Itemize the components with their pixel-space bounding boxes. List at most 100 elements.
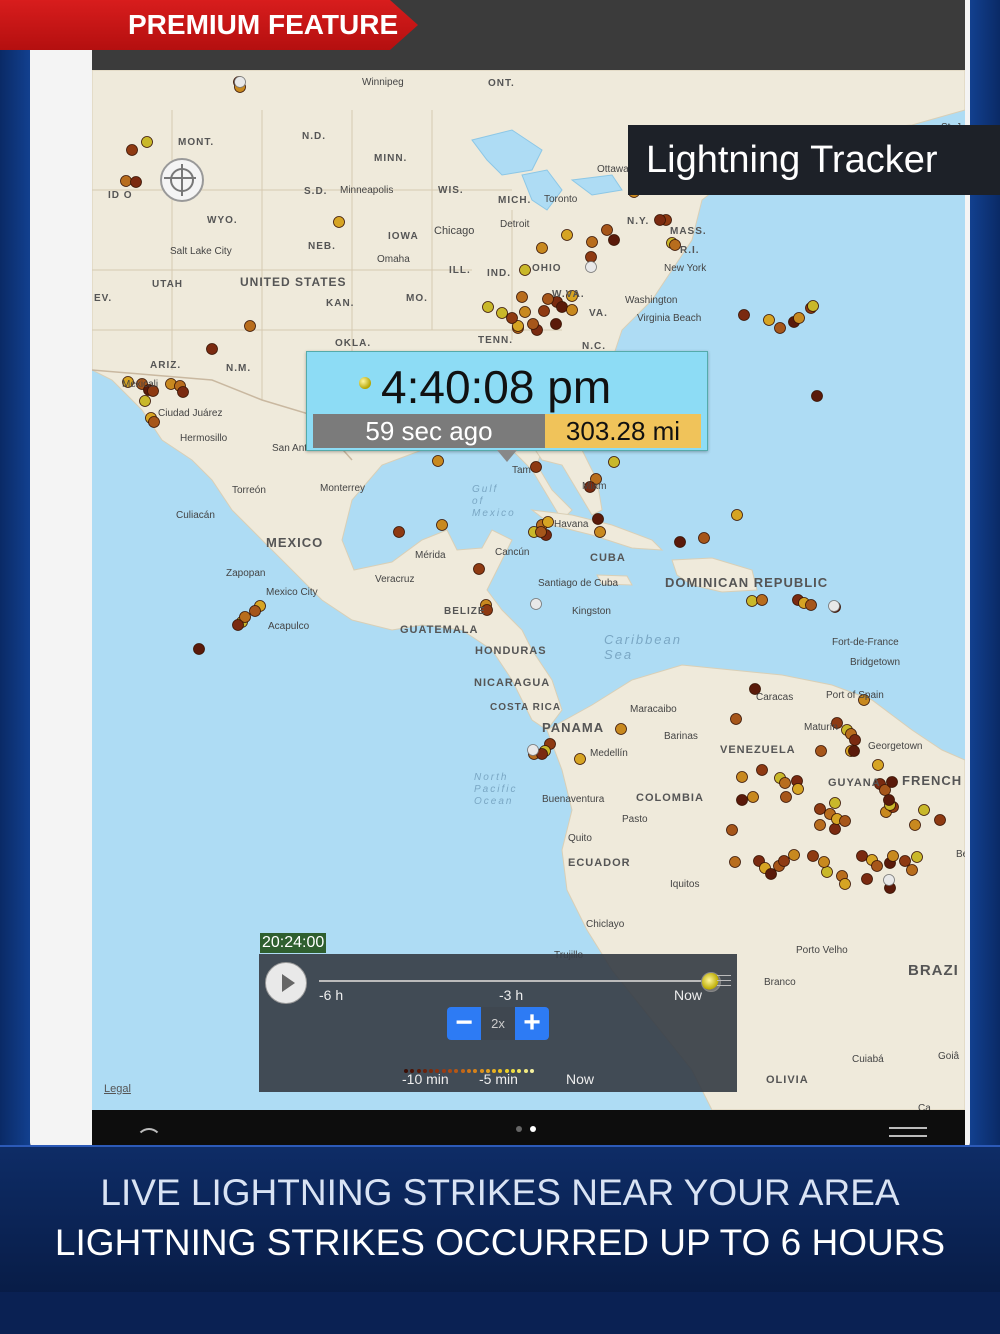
lightning-strike-marker[interactable]	[674, 536, 686, 548]
lightning-strike-marker[interactable]	[432, 455, 444, 467]
lightning-strike-marker[interactable]	[899, 855, 911, 867]
lightning-strike-marker[interactable]	[793, 312, 805, 324]
lightning-strike-marker[interactable]	[535, 526, 547, 538]
lightning-strike-marker[interactable]	[608, 234, 620, 246]
lightning-strike-marker[interactable]	[818, 856, 830, 868]
lightning-strike-marker[interactable]	[839, 815, 851, 827]
lightning-strike-marker[interactable]	[130, 176, 142, 188]
lightning-strike-marker[interactable]	[849, 734, 861, 746]
lightning-strike-marker[interactable]	[731, 509, 743, 521]
lightning-strike-marker[interactable]	[848, 745, 860, 757]
lightning-strike-marker[interactable]	[206, 343, 218, 355]
lightning-strike-recent-marker[interactable]	[883, 874, 895, 886]
lightning-strike-recent-marker[interactable]	[585, 261, 597, 273]
lightning-strike-marker[interactable]	[538, 305, 550, 317]
lightning-strike-marker[interactable]	[736, 771, 748, 783]
page-dot-1[interactable]	[516, 1126, 522, 1132]
lightning-strike-marker[interactable]	[669, 239, 681, 251]
lightning-strike-marker[interactable]	[249, 605, 261, 617]
lightning-strike-marker[interactable]	[527, 318, 539, 330]
lightning-strike-recent-marker[interactable]	[527, 744, 539, 756]
lightning-strike-marker[interactable]	[906, 864, 918, 876]
lightning-strike-marker[interactable]	[815, 745, 827, 757]
lightning-strike-marker[interactable]	[872, 759, 884, 771]
lightning-strike-marker[interactable]	[698, 532, 710, 544]
lightning-strike-marker[interactable]	[506, 312, 518, 324]
lightning-strike-marker[interactable]	[886, 776, 898, 788]
lightning-strike-marker[interactable]	[763, 314, 775, 326]
lightning-strike-marker[interactable]	[909, 819, 921, 831]
lightning-strike-marker[interactable]	[561, 229, 573, 241]
lightning-strike-marker[interactable]	[516, 291, 528, 303]
lightning-strike-marker[interactable]	[473, 563, 485, 575]
lightning-strike-marker[interactable]	[780, 791, 792, 803]
lightning-strike-marker[interactable]	[887, 850, 899, 862]
lightning-strike-marker[interactable]	[746, 595, 758, 607]
lightning-strike-marker[interactable]	[333, 216, 345, 228]
lightning-strike-marker[interactable]	[730, 713, 742, 725]
lightning-strike-marker[interactable]	[814, 803, 826, 815]
lightning-strike-marker[interactable]	[811, 390, 823, 402]
lightning-strike-marker[interactable]	[608, 456, 620, 468]
lightning-strike-marker[interactable]	[883, 794, 895, 806]
minus-icon[interactable]: −	[447, 1007, 481, 1040]
lightning-strike-marker[interactable]	[792, 783, 804, 795]
lightning-strike-marker[interactable]	[814, 819, 826, 831]
plus-icon[interactable]: +	[515, 1007, 549, 1040]
lightning-strike-marker[interactable]	[829, 797, 841, 809]
lightning-strike-marker[interactable]	[592, 513, 604, 525]
lightning-strike-marker[interactable]	[566, 304, 578, 316]
lightning-strike-marker[interactable]	[436, 519, 448, 531]
lightning-strike-marker[interactable]	[615, 723, 627, 735]
lightning-strike-marker[interactable]	[726, 824, 738, 836]
lightning-strike-marker[interactable]	[141, 136, 153, 148]
lightning-strike-recent-marker[interactable]	[828, 600, 840, 612]
lightning-strike-marker[interactable]	[594, 526, 606, 538]
lightning-strike-recent-marker[interactable]	[530, 598, 542, 610]
lightning-strike-marker[interactable]	[550, 318, 562, 330]
lightning-strike-marker[interactable]	[519, 306, 531, 318]
menu-icon[interactable]	[889, 1127, 927, 1143]
lightning-strike-marker[interactable]	[807, 300, 819, 312]
lightning-strike-marker[interactable]	[536, 242, 548, 254]
locate-icon[interactable]	[160, 158, 204, 202]
lightning-strike-marker[interactable]	[232, 619, 244, 631]
lightning-strike-marker[interactable]	[829, 823, 841, 835]
lightning-strike-marker[interactable]	[586, 236, 598, 248]
lightning-strike-marker[interactable]	[778, 855, 790, 867]
lightning-strike-marker[interactable]	[807, 850, 819, 862]
page-dot-2[interactable]	[530, 1126, 536, 1132]
lightning-strike-marker[interactable]	[934, 814, 946, 826]
lightning-strike-marker[interactable]	[193, 643, 205, 655]
lightning-strike-marker[interactable]	[756, 764, 768, 776]
lightning-strike-marker[interactable]	[839, 878, 851, 890]
lightning-strike-marker[interactable]	[821, 866, 833, 878]
lightning-strike-marker[interactable]	[911, 851, 923, 863]
lightning-strike-marker[interactable]	[496, 307, 508, 319]
lightning-strike-marker[interactable]	[747, 791, 759, 803]
play-icon[interactable]	[265, 962, 307, 1004]
lightning-strike-marker[interactable]	[139, 395, 151, 407]
lightning-strike-marker[interactable]	[736, 794, 748, 806]
legal-link[interactable]: Legal	[104, 1083, 131, 1095]
lightning-strike-recent-marker[interactable]	[234, 76, 246, 88]
lightning-strike-marker[interactable]	[393, 526, 405, 538]
lightning-strike-marker[interactable]	[765, 868, 777, 880]
lightning-strike-marker[interactable]	[120, 175, 132, 187]
lightning-strike-marker[interactable]	[530, 461, 542, 473]
lightning-strike-marker[interactable]	[788, 849, 800, 861]
lightning-strike-marker[interactable]	[774, 322, 786, 334]
lightning-strike-marker[interactable]	[756, 594, 768, 606]
strike-info-popup[interactable]: 4:40:08 pm 59 sec ago 303.28 mi	[306, 351, 708, 462]
lightning-strike-marker[interactable]	[542, 516, 554, 528]
lightning-strike-marker[interactable]	[585, 251, 597, 263]
lightning-strike-marker[interactable]	[738, 309, 750, 321]
lightning-strike-marker[interactable]	[244, 320, 256, 332]
lightning-strike-marker[interactable]	[729, 856, 741, 868]
lightning-strike-marker[interactable]	[654, 214, 666, 226]
lightning-strike-marker[interactable]	[805, 599, 817, 611]
timeline-slider[interactable]	[319, 980, 709, 982]
lightning-strike-marker[interactable]	[519, 264, 531, 276]
lightning-strike-marker[interactable]	[918, 804, 930, 816]
lightning-strike-marker[interactable]	[126, 144, 138, 156]
